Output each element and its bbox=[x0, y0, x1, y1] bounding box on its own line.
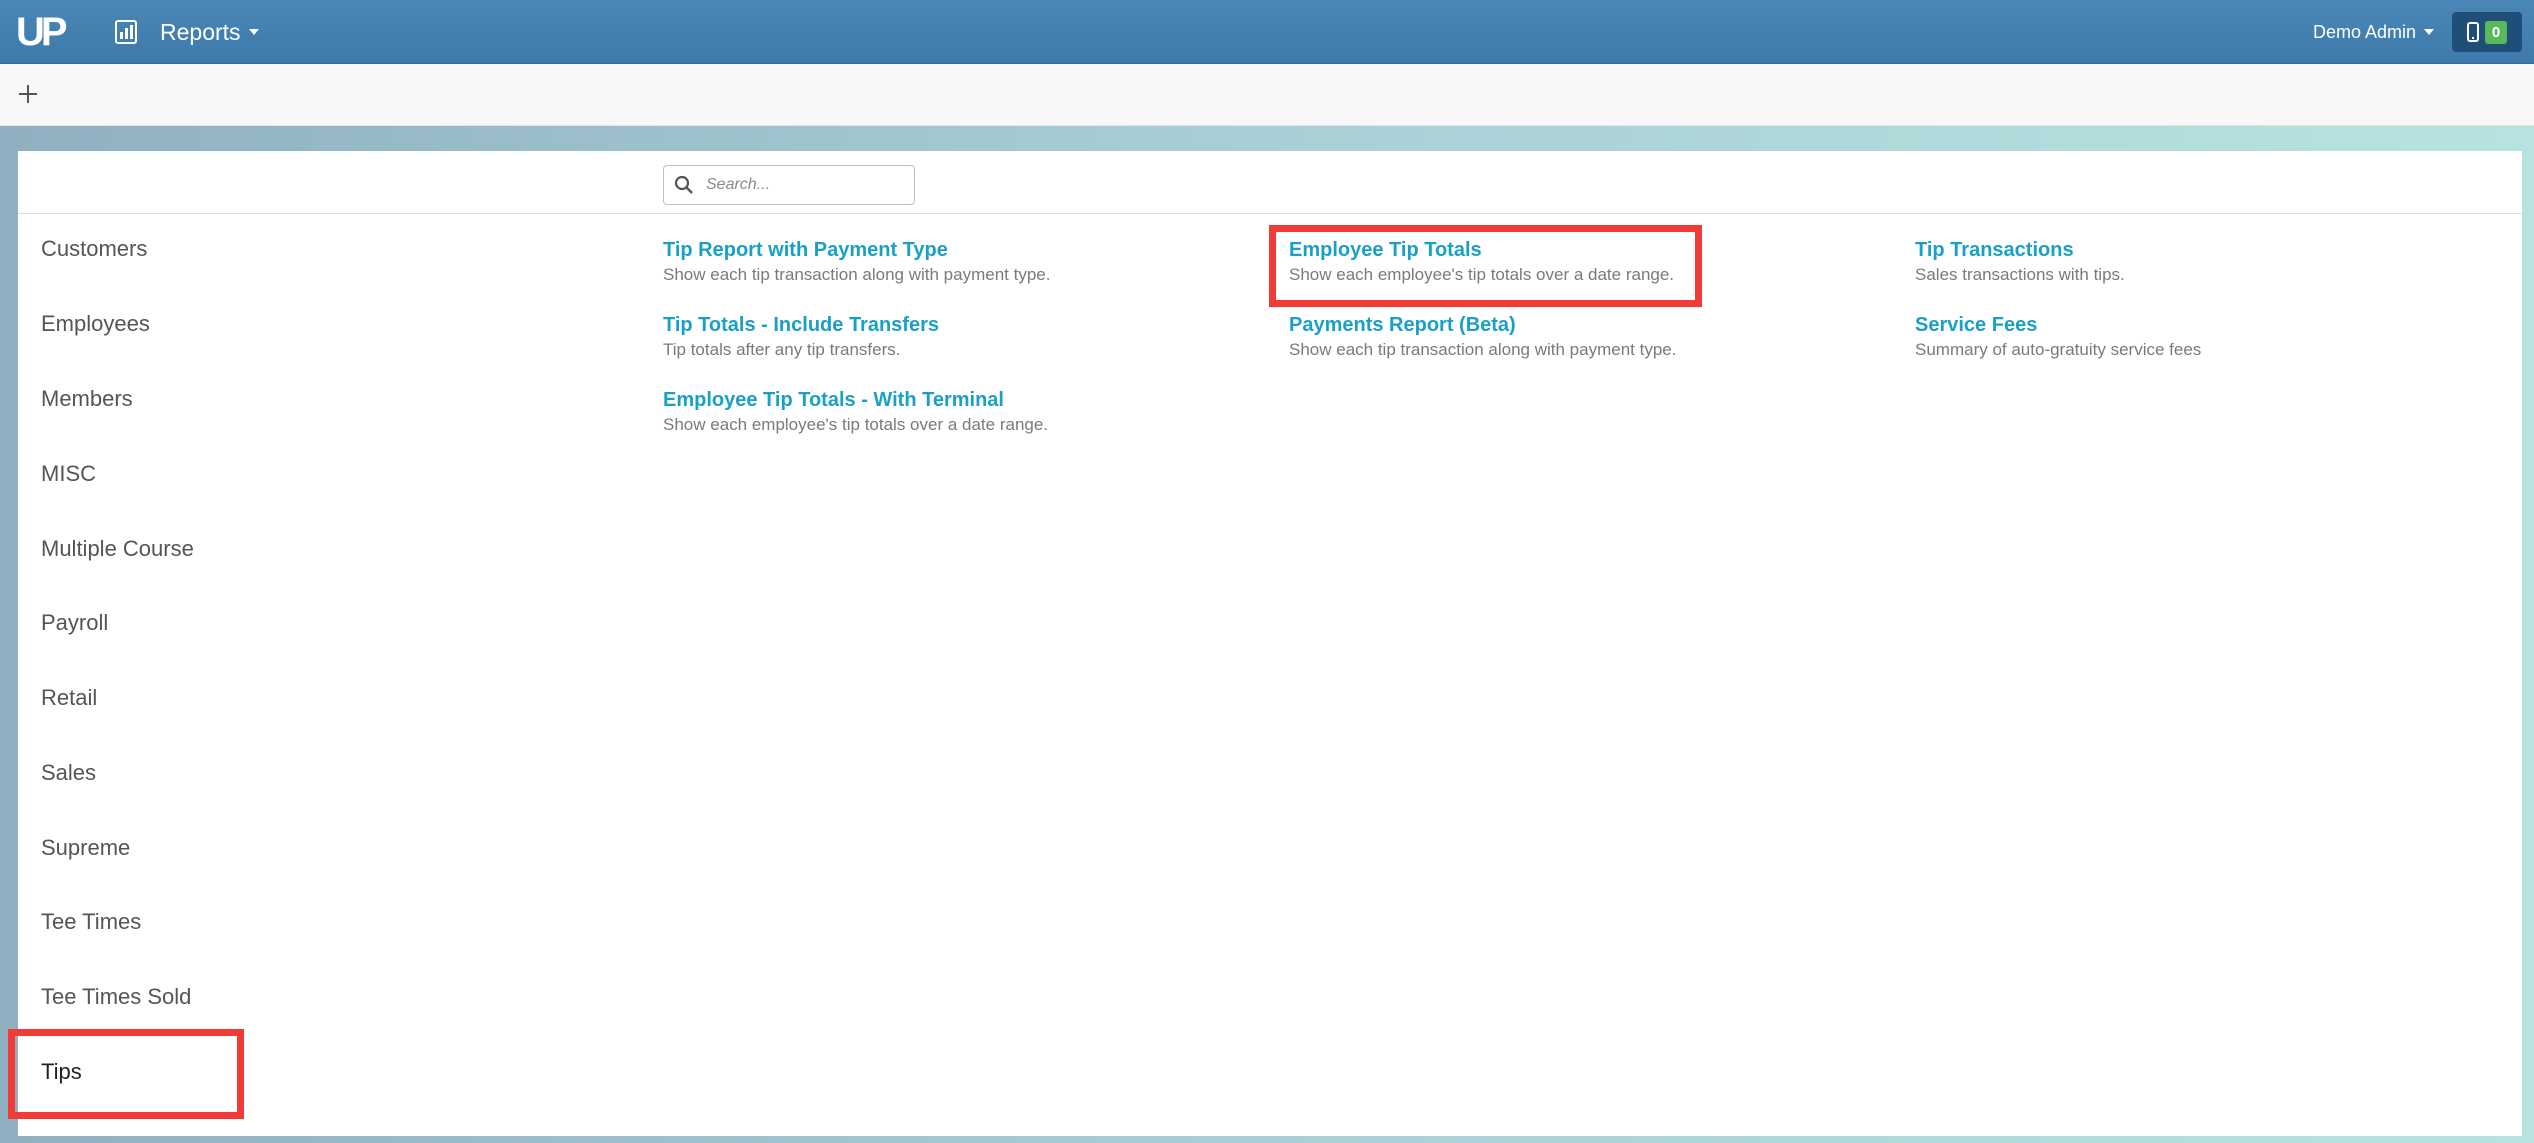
search-icon bbox=[674, 175, 693, 194]
category-misc[interactable]: MISC bbox=[41, 461, 96, 487]
highlight-box bbox=[8, 1029, 244, 1119]
report-description: Show each employee's tip totals over a d… bbox=[663, 415, 1049, 434]
report-item: Service Fees Summary of auto-gratuity se… bbox=[1915, 312, 2201, 362]
category-sales[interactable]: Sales bbox=[41, 760, 96, 786]
device-button[interactable]: 0 bbox=[2452, 12, 2522, 52]
device-count-badge: 0 bbox=[2484, 20, 2508, 44]
report-link[interactable]: Employee Tip Totals - With Terminal bbox=[663, 387, 1048, 413]
category-employees[interactable]: Employees bbox=[41, 311, 150, 337]
mobile-phone-icon bbox=[2466, 22, 2479, 42]
report-description: Summary of auto-gratuity service fees bbox=[1915, 340, 2202, 359]
report-description: Tip totals after any tip transfers. bbox=[663, 340, 901, 359]
category-members[interactable]: Members bbox=[41, 386, 133, 412]
category-tee-times-sold[interactable]: Tee Times Sold bbox=[41, 984, 191, 1010]
report-description: Show each tip transaction along with pay… bbox=[663, 265, 1051, 284]
report-link[interactable]: Tip Transactions bbox=[1915, 237, 2125, 263]
reports-menu[interactable]: Reports bbox=[114, 0, 259, 64]
category-payroll[interactable]: Payroll bbox=[41, 610, 108, 636]
report-link[interactable]: Payments Report (Beta) bbox=[1289, 312, 1676, 338]
report-item: Tip Totals - Include Transfers Tip total… bbox=[663, 312, 939, 362]
category-tee-times[interactable]: Tee Times bbox=[41, 909, 141, 935]
category-multiple-course[interactable]: Multiple Course bbox=[41, 536, 194, 562]
category-supreme[interactable]: Supreme bbox=[41, 835, 130, 861]
user-name: Demo Admin bbox=[2313, 21, 2417, 42]
report-link[interactable]: Tip Report with Payment Type bbox=[663, 237, 1050, 263]
search-input[interactable] bbox=[704, 175, 898, 195]
search-box[interactable] bbox=[663, 165, 915, 205]
report-item: Employee Tip Totals - With Terminal Show… bbox=[663, 387, 1048, 437]
chevron-down-icon bbox=[248, 29, 259, 35]
category-customers[interactable]: Customers bbox=[41, 236, 147, 262]
reports-menu-label: Reports bbox=[160, 18, 241, 45]
app-logo[interactable]: UP bbox=[16, 8, 72, 56]
highlight-box bbox=[1269, 225, 1702, 307]
plus-icon[interactable] bbox=[14, 80, 42, 108]
report-description: Sales transactions with tips. bbox=[1915, 265, 2125, 284]
chevron-down-icon bbox=[2424, 29, 2435, 35]
report-item: Payments Report (Beta) Show each tip tra… bbox=[1289, 312, 1676, 362]
toolbar bbox=[0, 64, 2534, 126]
category-retail[interactable]: Retail bbox=[41, 685, 97, 711]
search-row bbox=[18, 151, 2522, 214]
top-navbar: UP Reports Demo Admin 0 bbox=[0, 0, 2534, 64]
report-item: Tip Report with Payment Type Show each t… bbox=[663, 237, 1050, 287]
report-description: Show each tip transaction along with pay… bbox=[1289, 340, 1677, 359]
report-link[interactable]: Tip Totals - Include Transfers bbox=[663, 312, 939, 338]
report-item: Tip Transactions Sales transactions with… bbox=[1915, 237, 2125, 287]
reports-icon bbox=[115, 20, 137, 44]
report-link[interactable]: Service Fees bbox=[1915, 312, 2201, 338]
user-menu[interactable]: Demo Admin bbox=[2313, 0, 2435, 64]
